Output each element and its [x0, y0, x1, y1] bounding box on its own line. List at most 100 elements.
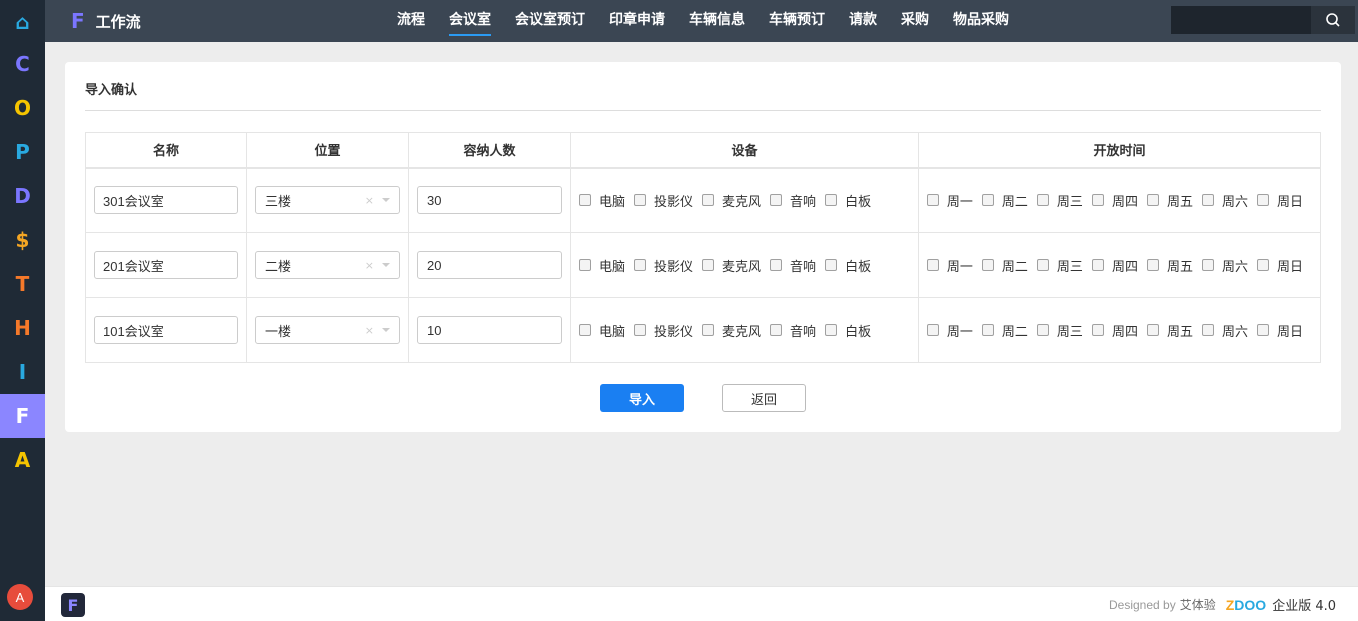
nav-item[interactable]: 请款 — [849, 0, 877, 42]
rail-item-0[interactable]: ⌂ — [0, 0, 45, 44]
rail-item-6[interactable]: T — [0, 262, 45, 306]
equipment-checkbox[interactable]: 电脑 — [579, 256, 625, 275]
checkbox-box[interactable] — [825, 194, 838, 207]
rail-item-9[interactable]: F — [0, 394, 45, 438]
checkbox-box[interactable] — [981, 259, 994, 271]
clear-icon[interactable]: × — [365, 324, 374, 337]
rail-item-10[interactable]: A — [0, 438, 45, 482]
weekday-checkbox[interactable]: 周日 — [1256, 321, 1303, 340]
location-select[interactable]: 二楼 × — [255, 251, 400, 279]
nav-item[interactable]: 会议室 — [449, 0, 491, 36]
checkbox-box[interactable] — [1036, 324, 1049, 336]
rail-item-4[interactable]: D — [0, 174, 45, 218]
equipment-checkbox[interactable]: 音响 — [770, 191, 816, 210]
weekday-checkbox[interactable]: 周四 — [1091, 256, 1138, 275]
weekday-checkbox[interactable]: 周一 — [926, 191, 973, 210]
checkbox-box[interactable] — [702, 324, 715, 336]
rail-item-7[interactable]: H — [0, 306, 45, 350]
checkbox-box[interactable] — [1036, 259, 1049, 271]
room-name-input[interactable] — [94, 186, 238, 215]
import-button[interactable]: 导入 — [600, 384, 684, 412]
back-button[interactable]: 返回 — [722, 384, 806, 412]
weekday-checkbox[interactable]: 周五 — [1146, 191, 1193, 210]
zdoo-logo[interactable]: ZDOO — [1226, 597, 1266, 613]
nav-item[interactable]: 车辆信息 — [689, 0, 745, 42]
nav-item[interactable]: 会议室预订 — [515, 0, 585, 42]
equipment-checkbox[interactable]: 投影仪 — [634, 256, 693, 275]
equipment-checkbox[interactable]: 麦克风 — [702, 191, 761, 210]
weekday-checkbox[interactable]: 周二 — [981, 321, 1028, 340]
weekday-checkbox[interactable]: 周一 — [926, 321, 973, 340]
checkbox-box[interactable] — [1146, 324, 1159, 336]
checkbox-box[interactable] — [1201, 259, 1214, 271]
equipment-checkbox[interactable]: 白板 — [825, 256, 871, 275]
checkbox-box[interactable] — [1146, 194, 1159, 207]
weekday-checkbox[interactable]: 周一 — [926, 256, 973, 275]
nav-item[interactable]: 采购 — [901, 0, 929, 42]
nav-item[interactable]: 车辆预订 — [769, 0, 825, 42]
rail-item-2[interactable]: O — [0, 86, 45, 130]
rail-item-1[interactable]: C — [0, 42, 45, 86]
checkbox-box[interactable] — [634, 259, 647, 271]
checkbox-box[interactable] — [1201, 324, 1214, 336]
room-name-input[interactable] — [94, 316, 238, 344]
nav-item[interactable]: 印章申请 — [609, 0, 665, 42]
checkbox-box[interactable] — [1091, 259, 1104, 271]
checkbox-box[interactable] — [579, 324, 591, 336]
checkbox-box[interactable] — [1146, 259, 1159, 271]
weekday-checkbox[interactable]: 周四 — [1091, 191, 1138, 210]
checkbox-box[interactable] — [926, 194, 939, 207]
checkbox-box[interactable] — [770, 259, 783, 271]
location-select[interactable]: 一楼 × — [255, 316, 400, 344]
checkbox-box[interactable] — [1256, 324, 1269, 336]
weekday-checkbox[interactable]: 周日 — [1256, 256, 1303, 275]
checkbox-box[interactable] — [981, 194, 994, 207]
brand[interactable]: F 工作流 — [71, 0, 141, 42]
clear-icon[interactable]: × — [365, 259, 374, 272]
rail-item-5[interactable]: $ — [0, 218, 45, 262]
weekday-checkbox[interactable]: 周三 — [1036, 191, 1083, 210]
equipment-checkbox[interactable]: 电脑 — [579, 321, 625, 340]
checkbox-box[interactable] — [579, 259, 591, 271]
checkbox-box[interactable] — [634, 194, 647, 207]
checkbox-box[interactable] — [1091, 324, 1104, 336]
checkbox-box[interactable] — [579, 194, 591, 207]
weekday-checkbox[interactable]: 周日 — [1256, 191, 1303, 210]
chevron-down-icon[interactable] — [382, 263, 390, 267]
weekday-checkbox[interactable]: 周二 — [981, 191, 1028, 210]
rail-item-3[interactable]: P — [0, 130, 45, 174]
equipment-checkbox[interactable]: 电脑 — [579, 191, 625, 210]
search-button[interactable] — [1311, 6, 1355, 34]
weekday-checkbox[interactable]: 周四 — [1091, 321, 1138, 340]
checkbox-box[interactable] — [702, 259, 715, 271]
checkbox-box[interactable] — [1036, 194, 1049, 207]
weekday-checkbox[interactable]: 周六 — [1201, 191, 1248, 210]
checkbox-box[interactable] — [1091, 194, 1104, 207]
chevron-down-icon[interactable] — [382, 328, 390, 332]
checkbox-box[interactable] — [926, 259, 939, 271]
equipment-checkbox[interactable]: 麦克风 — [702, 321, 761, 340]
checkbox-box[interactable] — [1256, 259, 1269, 271]
checkbox-box[interactable] — [770, 194, 783, 207]
weekday-checkbox[interactable]: 周六 — [1201, 321, 1248, 340]
room-name-input[interactable] — [94, 251, 238, 279]
checkbox-box[interactable] — [825, 259, 838, 271]
weekday-checkbox[interactable]: 周三 — [1036, 256, 1083, 275]
clear-icon[interactable]: × — [365, 194, 374, 207]
equipment-checkbox[interactable]: 白板 — [825, 191, 871, 210]
checkbox-box[interactable] — [981, 324, 994, 336]
nav-item[interactable]: 物品采购 — [953, 0, 1009, 42]
weekday-checkbox[interactable]: 周六 — [1201, 256, 1248, 275]
checkbox-box[interactable] — [770, 324, 783, 336]
weekday-checkbox[interactable]: 周二 — [981, 256, 1028, 275]
checkbox-box[interactable] — [702, 194, 715, 207]
search-input[interactable] — [1171, 6, 1311, 34]
equipment-checkbox[interactable]: 白板 — [825, 321, 871, 340]
equipment-checkbox[interactable]: 投影仪 — [634, 191, 693, 210]
checkbox-box[interactable] — [1256, 194, 1269, 207]
chevron-down-icon[interactable] — [382, 198, 390, 203]
designer-name[interactable]: 艾体验 — [1180, 596, 1216, 613]
rail-item-8[interactable]: I — [0, 350, 45, 394]
weekday-checkbox[interactable]: 周三 — [1036, 321, 1083, 340]
capacity-input[interactable] — [417, 251, 562, 279]
